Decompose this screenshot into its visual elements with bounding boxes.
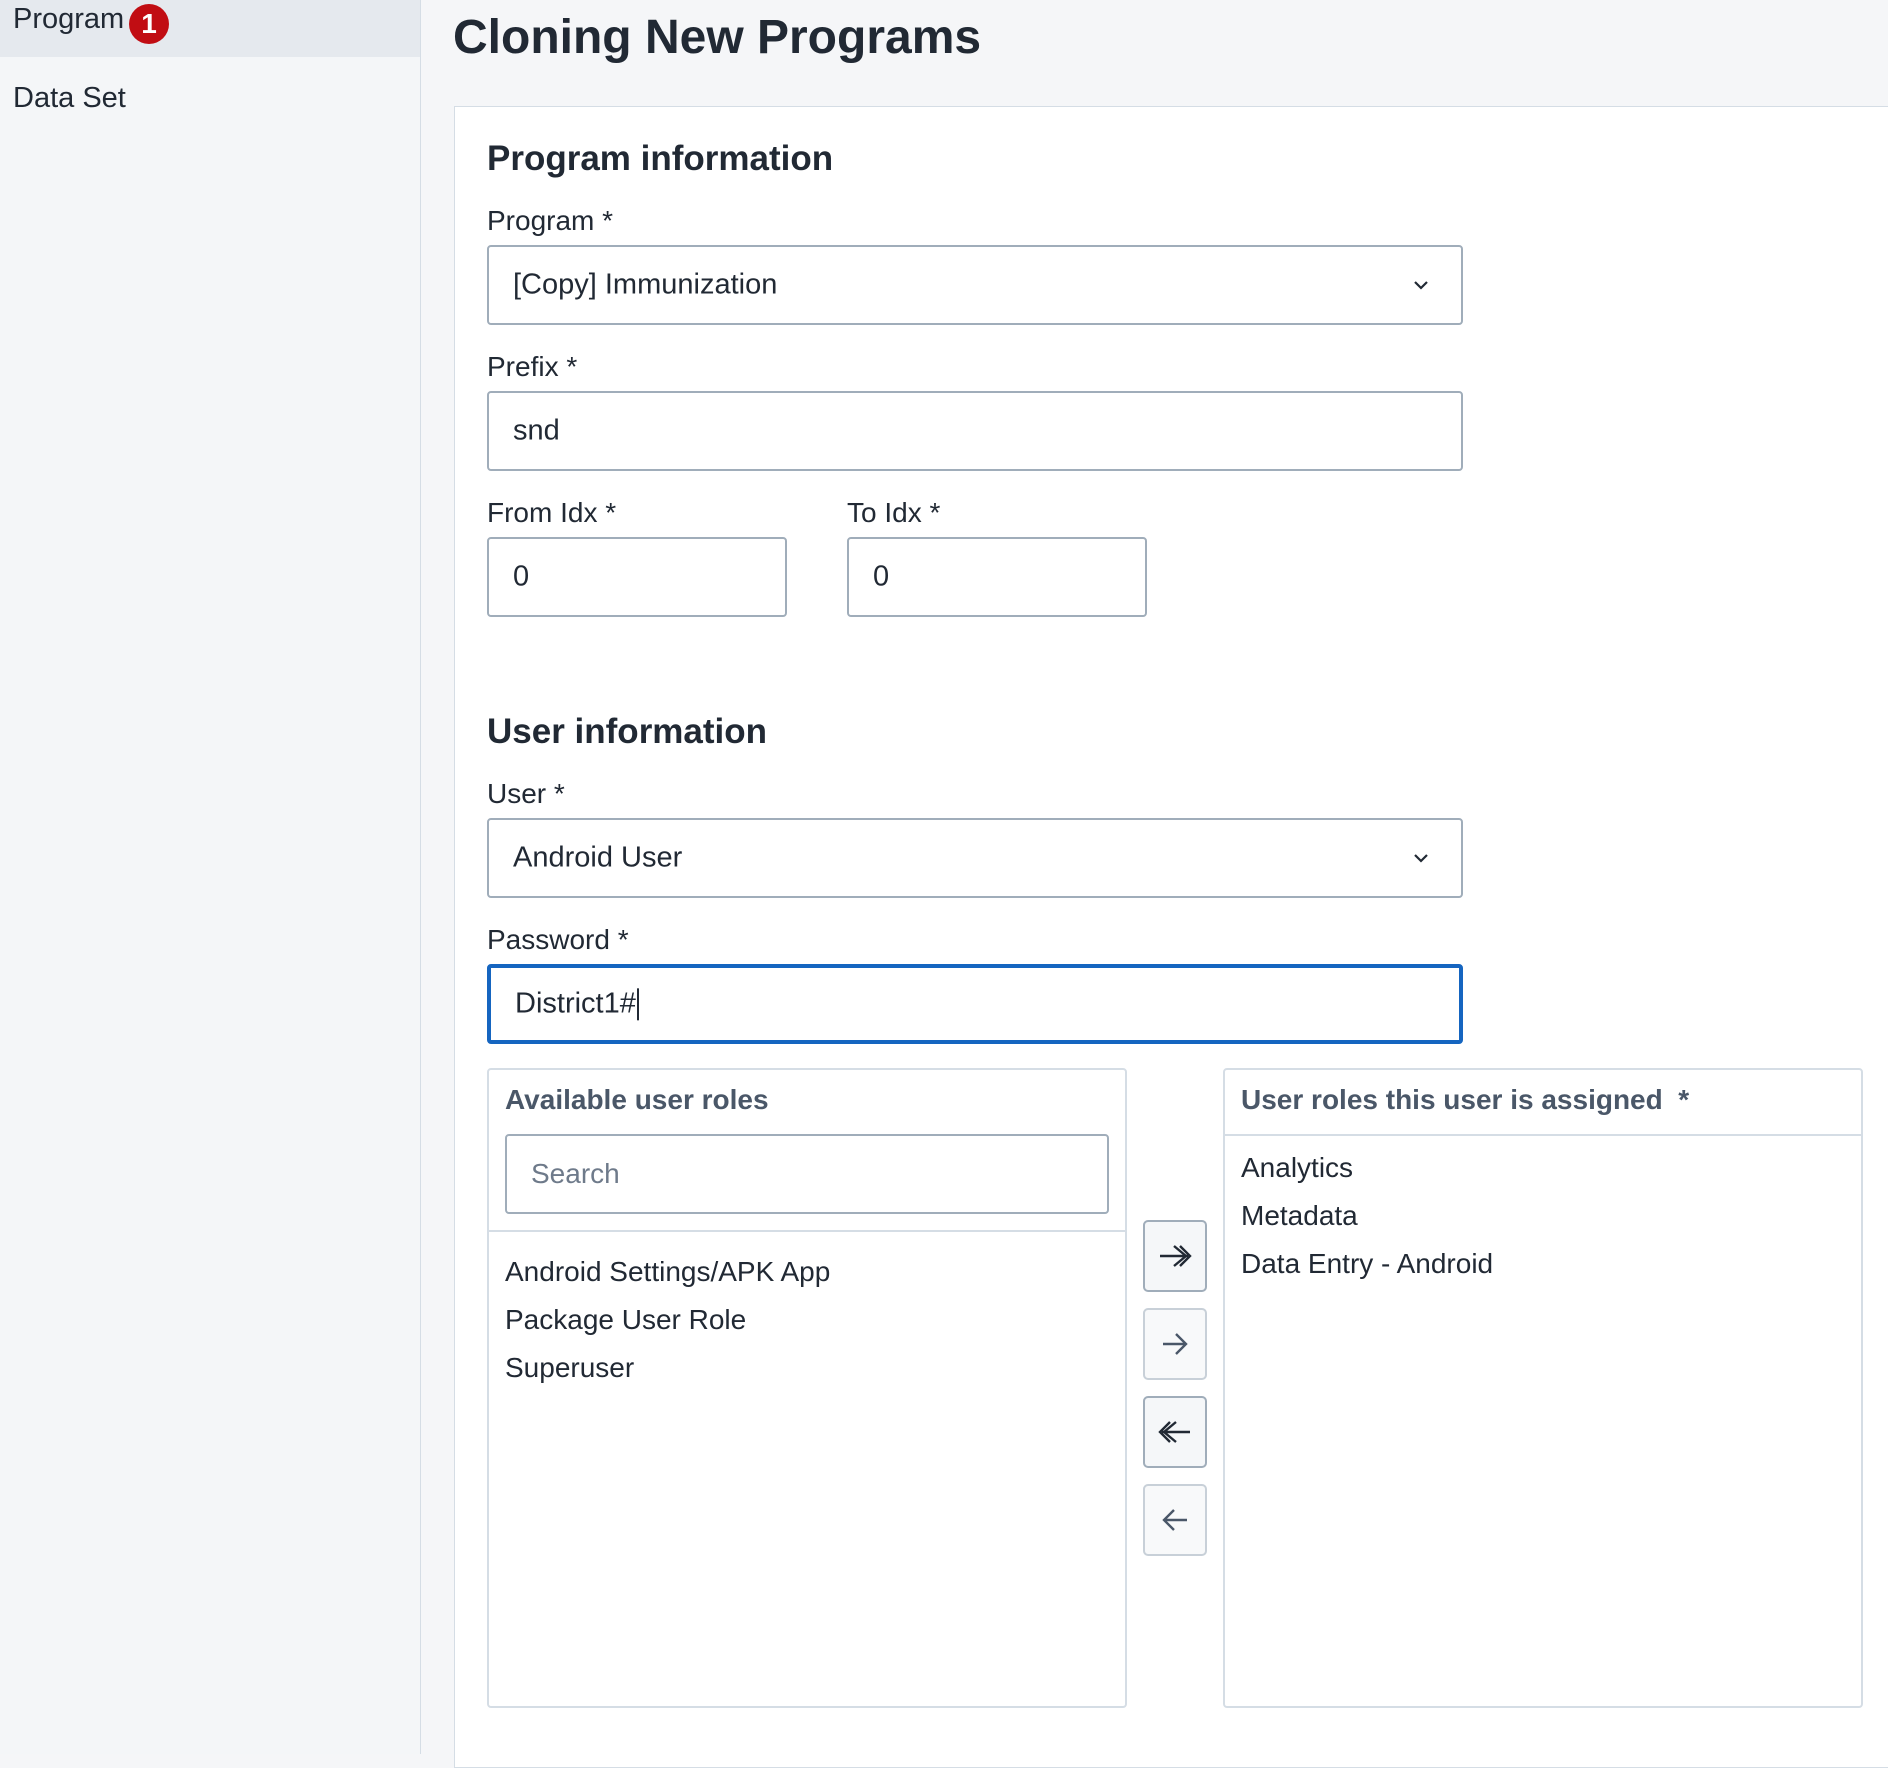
remove-selected-button[interactable] <box>1143 1484 1207 1556</box>
available-role-item[interactable]: Package User Role <box>505 1304 746 1336</box>
assigned-role-item[interactable]: Analytics <box>1241 1152 1353 1184</box>
from-idx-value: 0 <box>513 560 530 593</box>
assigned-roles-panel: User roles this user is assigned * Analy… <box>1223 1068 1863 1708</box>
available-roles-panel: Available user roles Search Android Sett… <box>487 1068 1127 1708</box>
to-idx-value: 0 <box>873 560 890 593</box>
available-role-item[interactable]: Android Settings/APK App <box>505 1256 830 1288</box>
chevron-down-icon <box>1414 281 1428 290</box>
page-title: Cloning New Programs <box>453 11 982 64</box>
sidebar-item-data-set[interactable]: Data Set <box>0 80 420 120</box>
to-idx-input[interactable]: 0 <box>847 537 1147 617</box>
prefix-input[interactable]: snd <box>487 391 1463 471</box>
available-roles-header: Available user roles <box>505 1084 769 1115</box>
user-select[interactable]: Android User <box>487 818 1463 898</box>
program-label: Program * <box>487 205 614 236</box>
arrow-right-icon <box>1163 1333 1188 1355</box>
role-search-input[interactable]: Search <box>505 1134 1109 1214</box>
sidebar: Program Data Set <box>0 0 421 1754</box>
prefix-label: Prefix * <box>487 351 578 382</box>
form-card: Program information Program * [Copy] Imm… <box>454 106 1888 1768</box>
sidebar-item-label: Data Set <box>13 82 126 114</box>
divider <box>1225 1134 1861 1136</box>
from-idx-input[interactable]: 0 <box>487 537 787 617</box>
password-input-value: District1# <box>515 987 636 1020</box>
search-placeholder: Search <box>531 1158 620 1189</box>
double-arrow-right-icon <box>1160 1245 1192 1267</box>
double-arrow-left-icon <box>1158 1421 1190 1443</box>
user-label: User * <box>487 778 565 809</box>
text-cursor <box>636 988 639 1021</box>
program-select[interactable]: [Copy] Immunization <box>487 245 1463 325</box>
program-select-value: [Copy] Immunization <box>513 268 778 301</box>
from-idx-label: From Idx * <box>487 497 617 528</box>
sidebar-item-label: Program <box>13 3 125 35</box>
user-select-value: Android User <box>513 841 683 874</box>
assign-all-button[interactable] <box>1143 1220 1207 1292</box>
assigned-role-item[interactable]: Metadata <box>1241 1200 1358 1232</box>
arrow-left-icon <box>1162 1509 1187 1531</box>
to-idx-label: To Idx * <box>847 497 941 528</box>
remove-all-button[interactable] <box>1143 1396 1207 1468</box>
chevron-down-icon <box>1414 854 1428 863</box>
password-label: Password * <box>487 924 629 955</box>
program-section-title: Program information <box>487 139 834 178</box>
sidebar-item-program[interactable]: Program <box>0 0 420 57</box>
assigned-roles-header: User roles this user is assigned * <box>1241 1084 1690 1115</box>
user-section-title: User information <box>487 712 768 751</box>
assign-selected-button[interactable] <box>1143 1308 1207 1380</box>
annotation-badge-1: 1 <box>129 4 169 44</box>
available-role-item[interactable]: Superuser <box>505 1352 634 1384</box>
assigned-role-item[interactable]: Data Entry - Android <box>1241 1248 1493 1280</box>
password-input[interactable]: District1# <box>487 964 1463 1044</box>
prefix-input-value: snd <box>513 414 560 447</box>
divider <box>489 1230 1125 1232</box>
